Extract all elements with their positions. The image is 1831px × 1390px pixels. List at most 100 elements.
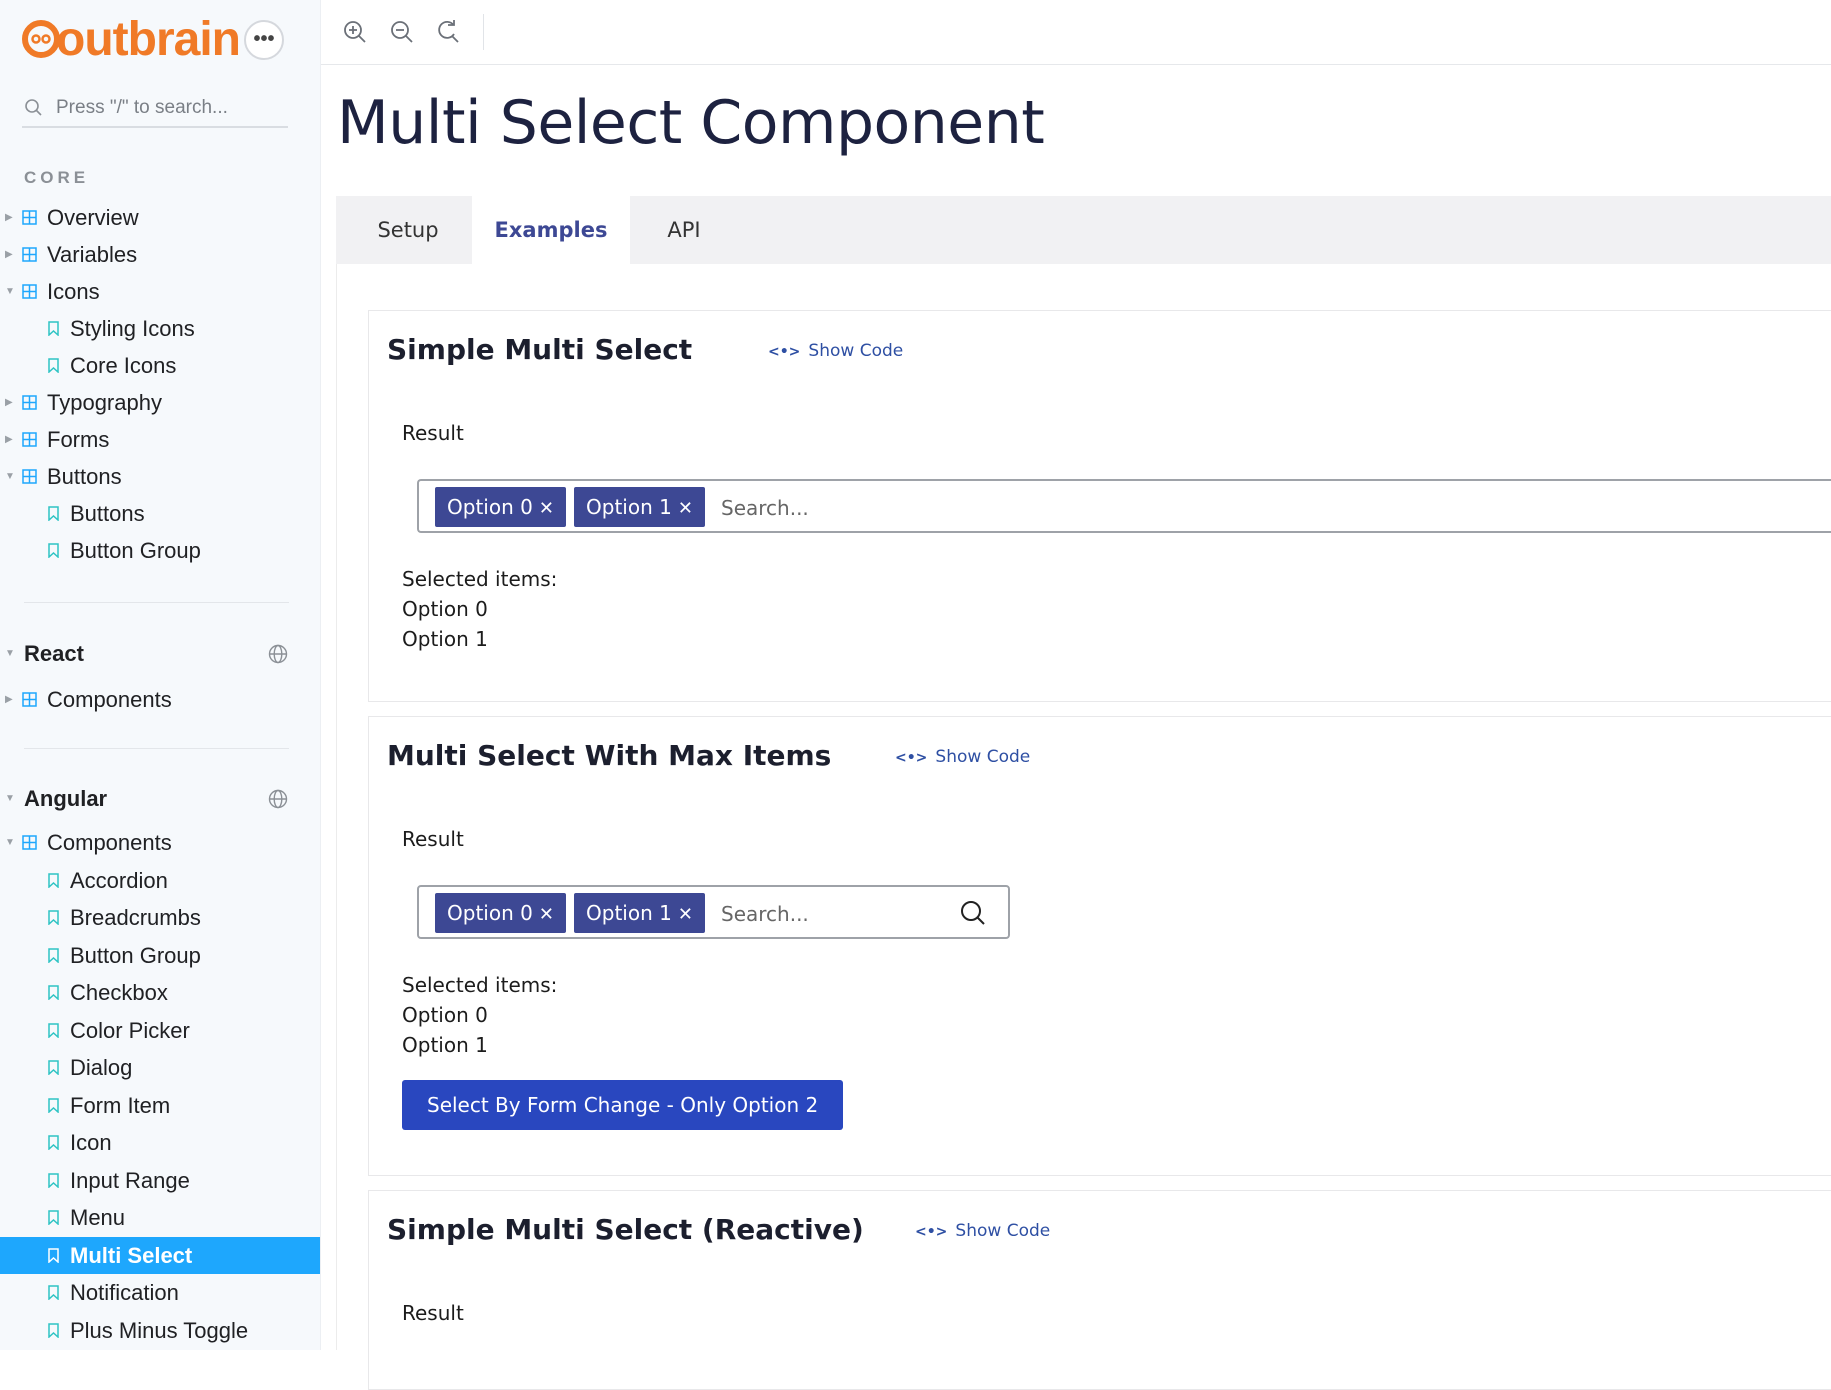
page-title: Multi Select Component	[337, 88, 1045, 158]
more-options-button[interactable]: •••	[244, 20, 284, 60]
show-code-link[interactable]: <•> Show Code	[915, 1221, 1050, 1241]
component-icon	[22, 284, 37, 299]
sidebar-item-angular-components[interactable]: ▼ Components	[0, 824, 320, 861]
bookmark-icon	[48, 1060, 59, 1075]
remove-chip-icon[interactable]: ✕	[678, 498, 693, 519]
sidebar-item-icon[interactable]: Icon	[0, 1124, 320, 1161]
sidebar-item-label: Dialog	[70, 1055, 133, 1080]
bookmark-icon	[48, 1248, 59, 1263]
sidebar-item-styling-icons[interactable]: Styling Icons	[0, 310, 320, 347]
sidebar-item-button-group[interactable]: Button Group	[0, 937, 320, 974]
sidebar-item-label: Multi Select	[70, 1243, 193, 1268]
outbrain-logo-icon	[22, 20, 60, 58]
toolbar-divider	[483, 14, 484, 50]
sidebar-item-breadcrumbs[interactable]: Breadcrumbs	[0, 899, 320, 936]
caret-down-icon: ▼	[5, 286, 15, 297]
sidebar: outbrain ••• CORE ▶ Overview ▶ Variables…	[0, 0, 321, 1350]
search-input[interactable]	[54, 92, 288, 124]
tab-setup[interactable]: Setup	[346, 196, 470, 264]
sidebar-item-label: Accordion	[70, 868, 168, 893]
sidebar-item-forms[interactable]: ▶ Forms	[0, 421, 320, 458]
search-icon[interactable]	[959, 899, 987, 927]
sidebar-item-label: Forms	[47, 427, 110, 452]
section-core-label: CORE	[24, 168, 90, 187]
component-icon	[22, 395, 37, 410]
sidebar-item-overview[interactable]: ▶ Overview	[0, 199, 320, 236]
result-label: Result	[402, 827, 464, 851]
selected-item: Option 1	[402, 627, 488, 651]
caret-down-icon: ▼	[5, 793, 15, 804]
bookmark-icon	[48, 506, 59, 521]
code-icon: <•>	[915, 1224, 948, 1240]
bookmark-icon	[48, 1285, 59, 1300]
reset-zoom-icon[interactable]	[434, 18, 462, 46]
sidebar-item-typography[interactable]: ▶ Typography	[0, 384, 320, 421]
globe-icon[interactable]	[268, 789, 288, 809]
sidebar-group-angular[interactable]: ▼ Angular	[0, 781, 320, 817]
component-icon	[22, 432, 37, 447]
zoom-out-icon[interactable]	[388, 18, 416, 46]
bookmark-icon	[48, 1023, 59, 1038]
sidebar-item-core-icons[interactable]: Core Icons	[0, 347, 320, 384]
sidebar-item-button-group[interactable]: Button Group	[0, 532, 320, 569]
component-icon	[22, 210, 37, 225]
sidebar-item-label: Checkbox	[70, 980, 168, 1005]
sidebar-item-buttons-group[interactable]: ▼ Buttons	[0, 458, 320, 495]
selected-items-label: Selected items:	[402, 567, 558, 591]
caret-right-icon: ▶	[5, 249, 13, 260]
sidebar-item-checkbox[interactable]: Checkbox	[0, 974, 320, 1011]
code-icon: <•>	[768, 344, 801, 360]
show-code-link[interactable]: <•> Show Code	[768, 341, 903, 361]
show-code-label: Show Code	[808, 341, 904, 361]
zoom-in-icon[interactable]	[341, 18, 369, 46]
sidebar-item-dialog[interactable]: Dialog	[0, 1049, 320, 1086]
result-label: Result	[402, 1301, 464, 1325]
bookmark-icon	[48, 321, 59, 336]
example-title: Simple Multi Select (Reactive)	[387, 1213, 864, 1246]
sidebar-item-label: Icons	[47, 279, 100, 304]
sidebar-item-plus-minus-toggle[interactable]: Plus Minus Toggle	[0, 1312, 320, 1349]
sidebar-item-multi-select[interactable]: Multi Select	[0, 1237, 320, 1274]
sidebar-item-label: Components	[47, 687, 172, 712]
component-icon	[22, 692, 37, 707]
tab-examples[interactable]: Examples	[472, 196, 630, 264]
sidebar-item-color-picker[interactable]: Color Picker	[0, 1012, 320, 1049]
sidebar-item-label: Breadcrumbs	[70, 905, 201, 930]
sidebar-item-icons[interactable]: ▼ Icons	[0, 273, 320, 310]
sidebar-item-buttons[interactable]: Buttons	[0, 495, 320, 532]
result-label: Result	[402, 421, 464, 445]
sidebar-item-menu[interactable]: Menu	[0, 1199, 320, 1236]
bookmark-icon	[48, 1210, 59, 1225]
multi-select-search[interactable]	[719, 489, 1423, 527]
multi-select-input[interactable]: Option 0 ✕ Option 1 ✕	[417, 885, 1010, 939]
show-code-link[interactable]: <•> Show Code	[895, 747, 1030, 767]
sidebar-item-label: Button Group	[70, 943, 201, 968]
multi-select-input[interactable]: Option 0 ✕ Option 1 ✕	[417, 479, 1831, 533]
caret-down-icon: ▼	[5, 648, 15, 659]
select-by-form-change-button[interactable]: Select By Form Change - Only Option 2	[402, 1080, 844, 1130]
bookmark-icon	[48, 985, 59, 1000]
bookmark-icon	[48, 910, 59, 925]
chip-label: Option 1	[586, 495, 672, 519]
caret-down-icon: ▼	[5, 471, 15, 482]
remove-chip-icon[interactable]: ✕	[539, 498, 554, 519]
tab-api[interactable]: API	[632, 196, 736, 264]
sidebar-item-input-range[interactable]: Input Range	[0, 1162, 320, 1199]
bookmark-icon	[48, 948, 59, 963]
sidebar-item-form-item[interactable]: Form Item	[0, 1087, 320, 1124]
globe-icon[interactable]	[268, 644, 288, 664]
sidebar-item-label: Variables	[47, 242, 138, 267]
sidebar-item-react-components[interactable]: ▶ Components	[0, 681, 320, 718]
sidebar-item-variables[interactable]: ▶ Variables	[0, 236, 320, 273]
sidebar-item-notification[interactable]: Notification	[0, 1274, 320, 1311]
multi-select-search[interactable]	[719, 895, 943, 933]
group-title: React	[24, 641, 84, 666]
remove-chip-icon[interactable]: ✕	[678, 904, 693, 925]
logo[interactable]: outbrain •••	[22, 13, 298, 66]
bookmark-icon	[48, 1135, 59, 1150]
selected-item: Option 0	[402, 1003, 488, 1027]
sidebar-divider	[24, 748, 289, 749]
sidebar-item-accordion[interactable]: Accordion	[0, 862, 320, 899]
remove-chip-icon[interactable]: ✕	[539, 904, 554, 925]
sidebar-group-react[interactable]: ▼ React	[0, 636, 320, 672]
